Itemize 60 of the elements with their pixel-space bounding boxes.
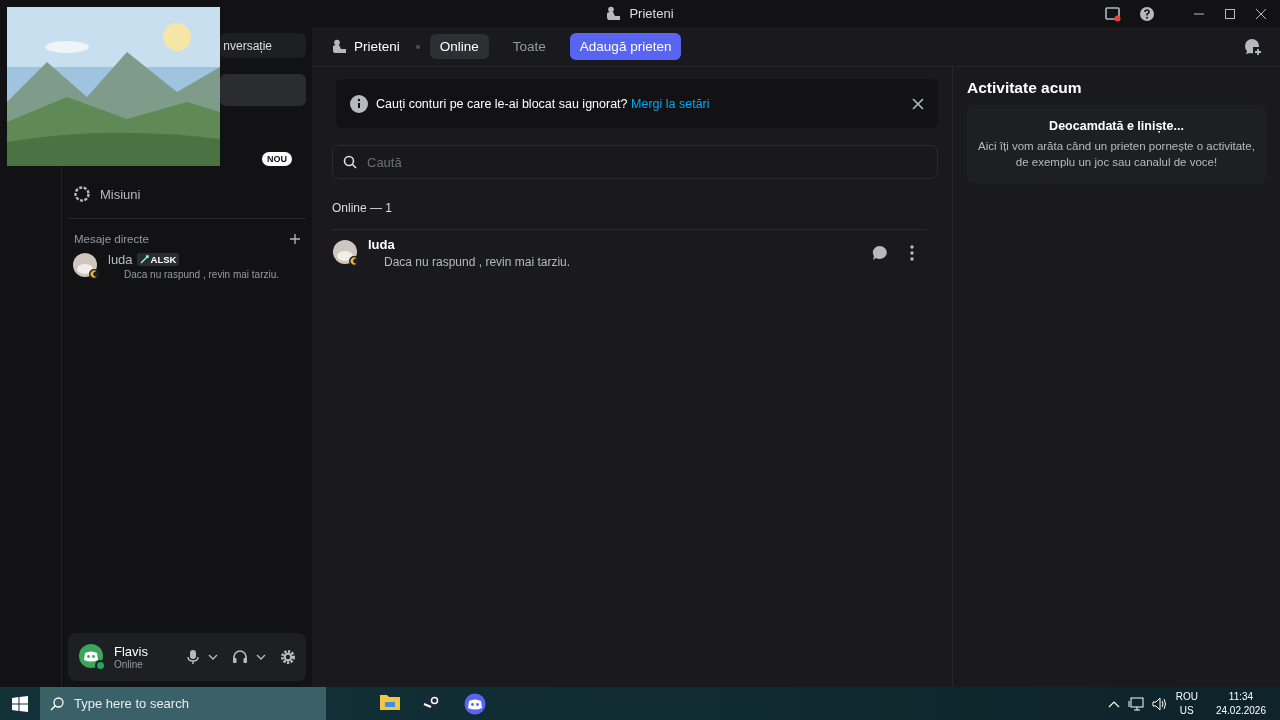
add-friend-button[interactable]: Adaugă prieten [569, 33, 682, 60]
chevron-down-icon[interactable] [256, 654, 266, 660]
windows-start-icon[interactable] [12, 695, 28, 712]
taskbar-search-field[interactable]: Type here to search [40, 687, 326, 720]
new-conversation-button[interactable]: nversație [220, 33, 306, 58]
empty-state-text: Aici îți vom arăta când un prieten pornește o activitate, de exemplu un joc sau canalul de voce! [977, 139, 1256, 170]
info-icon [350, 94, 368, 113]
volume-icon[interactable] [1151, 696, 1168, 711]
section-header: Mesaje directe [74, 233, 149, 245]
section-header: Online — 1 [332, 201, 393, 215]
banner-text: Cauți conturi pe care le-ai blocat sau ignorat? Mergi la setări [376, 96, 711, 111]
screen-share-icon[interactable] [1105, 5, 1121, 22]
keyboard-language[interactable]: ROU US [1175, 690, 1198, 717]
settings-link[interactable]: Mergi la setări [631, 96, 710, 111]
user-status: Online [114, 659, 144, 670]
discord-icon[interactable] [464, 692, 486, 715]
custom-status: Daca nu raspund , revin mai tarziu. [383, 255, 572, 269]
sword-icon [139, 255, 149, 264]
microphone-icon[interactable] [186, 649, 200, 665]
new-badge: NOU [262, 152, 292, 166]
friend-avatar [332, 239, 360, 267]
search-input[interactable]: Caută [365, 153, 927, 171]
chevron-up-icon[interactable] [1107, 699, 1120, 708]
close-icon[interactable] [912, 97, 924, 110]
sidebar-item[interactable]: Misiuni [68, 176, 306, 212]
username: Flavis [114, 644, 149, 659]
user-avatar [72, 252, 100, 280]
plus-icon[interactable] [290, 234, 300, 244]
tab[interactable]: Online [429, 34, 489, 59]
help-icon[interactable] [1139, 5, 1155, 22]
search-field[interactable]: Caută [332, 145, 938, 179]
message-icon[interactable] [872, 245, 888, 261]
friends-icon [332, 38, 348, 55]
dm-name[interactable]: luda [108, 252, 133, 267]
chevron-down-icon[interactable] [208, 654, 218, 660]
close-icon[interactable] [1256, 8, 1266, 19]
search-icon [343, 155, 357, 169]
steam-icon[interactable] [422, 692, 442, 713]
clock-date: 24.02.2026 [1215, 703, 1266, 717]
more-icon[interactable] [910, 245, 914, 261]
window-title: Prieteni [629, 6, 674, 21]
user-avatar[interactable] [78, 643, 106, 671]
custom-status: Daca nu raspund , revin mai tarziu. [123, 269, 280, 280]
page-title: Prieteni [354, 39, 400, 54]
tab[interactable]: Toate [502, 34, 556, 59]
network-icon[interactable] [1127, 696, 1144, 711]
settings-icon[interactable] [280, 649, 296, 665]
guild-tag: ALSK [136, 253, 180, 266]
new-group-dm-icon[interactable] [1244, 37, 1262, 56]
headphones-icon[interactable] [232, 649, 248, 665]
panel-title: Activitate acum [967, 79, 1083, 97]
search-icon [50, 696, 64, 711]
friends-icon [606, 5, 623, 22]
search-placeholder: Type here to search [74, 696, 189, 711]
empty-state-title: Deocamdată e liniște... [1048, 119, 1185, 133]
folder-icon[interactable] [380, 692, 400, 711]
maximize-icon[interactable] [1225, 8, 1235, 19]
friend-name: luda [368, 237, 396, 252]
quest-icon [74, 186, 90, 202]
clock-time: 11:34 [1228, 690, 1254, 704]
